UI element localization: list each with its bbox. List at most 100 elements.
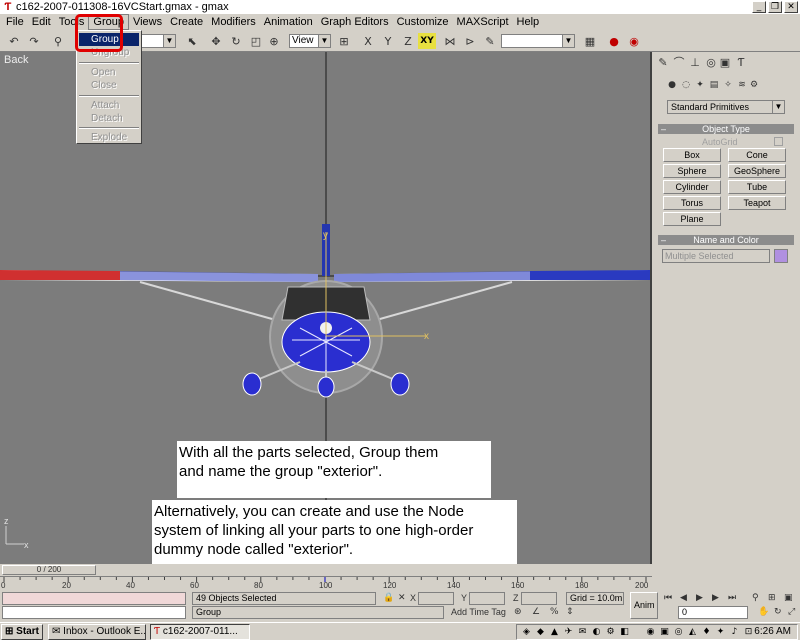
track-bar[interactable]: 0 20 40 60 80 100 120 140 160 180 200: [0, 576, 652, 591]
restrict-x-icon[interactable]: X: [360, 33, 376, 49]
minimize-button[interactable]: _: [752, 1, 766, 13]
select-link-icon[interactable]: ⚲: [50, 33, 66, 49]
zoom-icon[interactable]: ⚲: [752, 592, 759, 605]
plane-button[interactable]: Plane: [663, 212, 721, 226]
taskbar-gmax[interactable]: Ƭ c162-2007-011...: [150, 624, 250, 640]
modify-tab-icon[interactable]: ⌒: [672, 56, 686, 70]
pan-icon[interactable]: ✋: [758, 606, 769, 619]
menu-help[interactable]: Help: [513, 14, 544, 30]
tube-button[interactable]: Tube: [728, 180, 786, 194]
y-coordinate-field[interactable]: [469, 592, 505, 605]
menu-item-detach[interactable]: Detach: [79, 112, 139, 125]
angle-snap-icon[interactable]: ∠: [532, 606, 540, 619]
tray-icon[interactable]: ◉: [645, 627, 656, 638]
menu-animation[interactable]: Animation: [260, 14, 317, 30]
name-and-color-rollout[interactable]: – Name and Color: [658, 235, 794, 245]
select-object-icon[interactable]: ⬉: [184, 33, 200, 49]
cylinder-button[interactable]: Cylinder: [663, 180, 721, 194]
tray-icon[interactable]: ◆: [535, 627, 546, 638]
systems-icon[interactable]: ⚙: [748, 79, 760, 91]
zoom-extents-icon[interactable]: ▣: [784, 592, 793, 605]
menu-modifiers[interactable]: Modifiers: [207, 14, 260, 30]
autogrid-checkbox[interactable]: [774, 137, 783, 146]
time-slider-thumb[interactable]: 0 / 200: [2, 565, 96, 575]
redo-icon[interactable]: ↷: [26, 33, 42, 49]
restrict-y-icon[interactable]: Y: [380, 33, 396, 49]
geosphere-button[interactable]: GeoSphere: [728, 164, 786, 178]
time-slider[interactable]: 0 / 200: [0, 564, 652, 576]
tray-icon[interactable]: ⚙: [605, 627, 616, 638]
mirror-icon[interactable]: ⋈: [442, 33, 458, 49]
object-type-rollout[interactable]: – Object Type: [658, 124, 794, 134]
sphere-button[interactable]: Sphere: [663, 164, 721, 178]
menu-item-close[interactable]: Close: [79, 79, 139, 92]
undo-icon[interactable]: ↶: [6, 33, 22, 49]
menu-item-open[interactable]: Open: [79, 66, 139, 79]
shapes-icon[interactable]: ◌: [680, 79, 692, 91]
box-button[interactable]: Box: [663, 148, 721, 162]
torus-button[interactable]: Torus: [663, 196, 721, 210]
absolute-mode-icon[interactable]: ✕: [398, 592, 406, 605]
menu-item-explode[interactable]: Explode: [79, 131, 139, 144]
close-button[interactable]: ✕: [784, 1, 798, 13]
align-icon[interactable]: ⊳: [462, 33, 478, 49]
display-tab-icon[interactable]: ▣: [718, 56, 732, 70]
menu-graph-editors[interactable]: Graph Editors: [317, 14, 393, 30]
previous-frame-icon[interactable]: ◀: [680, 592, 687, 605]
arc-rotate-icon[interactable]: ↻: [774, 606, 782, 619]
zoom-all-icon[interactable]: ⊞: [768, 592, 776, 605]
select-scale-icon[interactable]: ◰: [248, 33, 264, 49]
tray-icon[interactable]: ▣: [659, 627, 670, 638]
restrict-z-icon[interactable]: Z: [400, 33, 416, 49]
geometry-icon[interactable]: ●: [666, 79, 678, 91]
helpers-icon[interactable]: ✧: [722, 79, 734, 91]
tray-icon[interactable]: ✉: [577, 627, 588, 638]
restrict-xy-icon[interactable]: XY: [418, 33, 436, 49]
tray-icon[interactable]: ✈: [563, 627, 574, 638]
next-frame-icon[interactable]: ▶: [712, 592, 719, 605]
render-scene-icon[interactable]: ●: [606, 33, 622, 49]
cone-button[interactable]: Cone: [728, 148, 786, 162]
space-warps-icon[interactable]: ≋: [736, 79, 748, 91]
tray-icon[interactable]: ◧: [619, 627, 630, 638]
maxscript-listener-field[interactable]: [2, 592, 186, 605]
snap-toggle-icon[interactable]: ⊛: [514, 606, 522, 619]
maxscript-input-field[interactable]: [2, 606, 186, 619]
create-tab-icon[interactable]: ✎: [656, 56, 670, 70]
quick-render-icon[interactable]: ◉: [626, 33, 642, 49]
pivot-center-icon[interactable]: ⊞: [336, 33, 352, 49]
lock-selection-icon[interactable]: 🔒: [383, 592, 394, 605]
percent-snap-icon[interactable]: %: [550, 606, 559, 619]
viewport-label[interactable]: Back: [4, 54, 28, 66]
z-coordinate-field[interactable]: [521, 592, 557, 605]
primitive-category-dropdown[interactable]: Standard Primitives ▼: [667, 100, 785, 114]
select-rotate-icon[interactable]: ↻: [228, 33, 244, 49]
play-icon[interactable]: ▶: [696, 592, 703, 605]
volume-icon[interactable]: ♪: [729, 627, 740, 638]
tray-icon[interactable]: ▲: [549, 627, 560, 638]
current-frame-field[interactable]: 0: [678, 606, 748, 619]
menu-create[interactable]: Create: [166, 14, 207, 30]
gmax-app-icon[interactable]: Ƭ: [2, 1, 14, 13]
go-to-start-icon[interactable]: ⏮: [664, 592, 672, 605]
tray-icon[interactable]: ◎: [673, 627, 684, 638]
taskbar-outlook[interactable]: ✉ Inbox - Outlook E...: [48, 624, 146, 640]
menu-item-attach[interactable]: Attach: [79, 99, 139, 112]
motion-tab-icon[interactable]: ◎: [704, 56, 718, 70]
menu-maxscript[interactable]: MAXScript: [453, 14, 513, 30]
restore-button[interactable]: ❐: [768, 1, 782, 13]
menu-views[interactable]: Views: [129, 14, 166, 30]
tray-icon[interactable]: ♦: [701, 627, 712, 638]
spacing-tool-icon[interactable]: ✎: [482, 33, 498, 49]
material-editor-icon[interactable]: ▦: [582, 33, 598, 49]
x-coordinate-field[interactable]: [418, 592, 454, 605]
named-selection-dropdown[interactable]: ▼: [501, 34, 575, 48]
go-to-end-icon[interactable]: ⏭: [728, 592, 736, 605]
cameras-icon[interactable]: ▤: [708, 79, 720, 91]
tray-icon[interactable]: ◈: [521, 627, 532, 638]
selection-center-icon[interactable]: ⊕: [266, 33, 282, 49]
select-move-icon[interactable]: ✥: [208, 33, 224, 49]
hierarchy-tab-icon[interactable]: ⊥: [688, 56, 702, 70]
lights-icon[interactable]: ✦: [694, 79, 706, 91]
tray-icon[interactable]: ◐: [591, 627, 602, 638]
